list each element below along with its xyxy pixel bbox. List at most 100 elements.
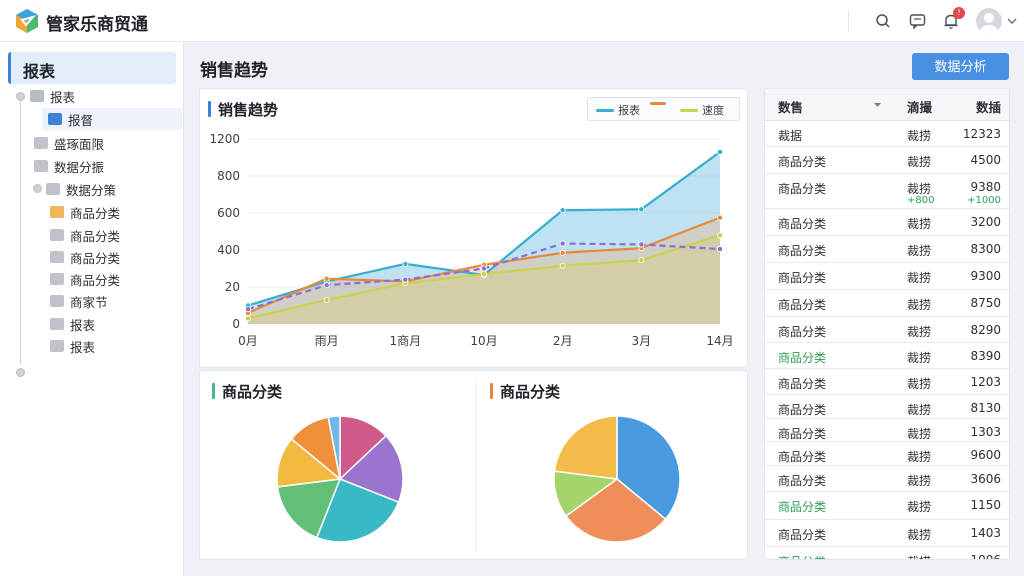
top-bar: 管家乐商贸通 ! — [0, 0, 1024, 42]
data-point[interactable] — [245, 315, 252, 322]
table-cell: 3606 — [970, 472, 1001, 486]
sidebar-item-report-sub[interactable]: 报督 — [42, 108, 182, 130]
sidebar-item-label: 报表 — [70, 339, 96, 355]
sidebar-item-data-analysis-2[interactable]: 数据分策 — [46, 178, 116, 200]
data-point[interactable] — [559, 249, 566, 256]
store-icon — [50, 295, 64, 307]
data-point[interactable] — [638, 241, 645, 248]
table-row[interactable]: 商品分类 裁捞 8750 — [765, 290, 1009, 317]
data-point[interactable] — [559, 262, 566, 269]
data-point[interactable] — [638, 257, 645, 264]
table-row[interactable]: 商品分类 裁捞 1203 — [765, 369, 1009, 395]
notification-badge: ! — [953, 7, 965, 19]
user-avatar[interactable] — [976, 8, 1002, 34]
table-row[interactable]: 商品分类 裁捞 8290 — [765, 317, 1009, 343]
sort-chevron-icon[interactable] — [873, 102, 882, 108]
table-row[interactable]: 商品分类 裁捞 1303 — [765, 419, 1009, 442]
report-icon — [48, 113, 62, 125]
sidebar: 报表 报表 报督 盛琢面限 数据分振 数据分策 商品分类 商品分类 商品分类 商… — [0, 42, 184, 576]
table-cell: 商品分类 — [778, 182, 827, 196]
data-point[interactable] — [480, 271, 487, 278]
table-row[interactable]: 商品分类 裁捞 8130 — [765, 395, 1009, 419]
sidebar-item-report[interactable]: 报表 — [30, 85, 75, 107]
data-point[interactable] — [323, 275, 330, 282]
data-point[interactable] — [402, 276, 409, 283]
table-cell: 8750 — [970, 296, 1001, 310]
data-point[interactable] — [480, 265, 487, 272]
pie-divider — [476, 379, 477, 553]
table-row[interactable]: 商品分类 裁捞 1403 — [765, 520, 1009, 547]
data-point[interactable] — [638, 206, 645, 213]
document-icon — [50, 318, 64, 330]
sidebar-item-report-3[interactable]: 报表 — [50, 335, 95, 357]
sidebar-item-overview[interactable]: 盛琢面限 — [34, 132, 104, 154]
category-icon — [50, 229, 64, 241]
table-cell: 9300 — [970, 269, 1001, 283]
table-row[interactable]: 裁据 裁捞 12323 — [765, 121, 1009, 147]
sidebar-item-label: 盛琢面限 — [54, 136, 105, 152]
table-row[interactable]: 商品分类 裁捞 4500 — [765, 147, 1009, 174]
sidebar-item-report-2[interactable]: 报表 — [50, 313, 95, 335]
tree-connector — [20, 92, 21, 364]
sidebar-item-data-analysis-1[interactable]: 数据分振 — [34, 155, 104, 177]
tree-toggle-icon[interactable] — [16, 92, 25, 101]
table-row[interactable]: 商品分类 裁捞 3200 — [765, 209, 1009, 236]
data-point[interactable] — [559, 207, 566, 214]
y-tick-label: 600 — [217, 206, 240, 220]
delta-value: +1000 — [967, 195, 1001, 206]
column-header-3[interactable]: 数插 — [976, 97, 1001, 116]
sidebar-item-label: 数据分振 — [54, 159, 105, 175]
table-row[interactable]: 商品分类 裁捞 8300 — [765, 236, 1009, 263]
table-row[interactable]: 商品分类 裁捞 9300 — [765, 263, 1009, 290]
sidebar-item-merchant[interactable]: 商家节 — [50, 290, 108, 312]
x-tick-label: 雨月 — [315, 334, 339, 348]
data-point[interactable] — [717, 246, 724, 253]
table-row[interactable]: 商品分类 裁捞 1006 — [765, 547, 1009, 559]
data-point[interactable] — [717, 214, 724, 221]
pie-slice-4[interactable] — [553, 415, 618, 480]
column-header-2[interactable]: 滴撮 — [907, 97, 932, 116]
table-cell: 裁捞 — [907, 553, 931, 559]
data-point[interactable] — [717, 232, 724, 239]
table-row[interactable]: 商品分类 裁捞 9380 +800 +1000 — [765, 174, 1009, 209]
table-cell: 商品分类 — [778, 403, 827, 417]
sidebar-item-label: 数据分策 — [66, 182, 117, 198]
sidebar-item-label: 报表 — [50, 89, 76, 105]
data-point[interactable] — [245, 306, 252, 313]
table-cell: 8300 — [970, 242, 1001, 256]
data-point[interactable] — [402, 260, 409, 267]
data-point[interactable] — [559, 240, 566, 247]
sidebar-item-category-1[interactable]: 商品分类 — [50, 201, 120, 223]
sidebar-header[interactable]: 报表 — [8, 52, 176, 84]
data-analysis-button[interactable]: 数据分析 — [912, 53, 1009, 80]
data-point[interactable] — [323, 296, 330, 303]
document-icon — [34, 160, 48, 172]
table-cell: 商品分类 — [778, 217, 827, 231]
table-cell: 裁捞 — [907, 155, 932, 169]
tree-collapse-icon[interactable] — [16, 368, 25, 377]
data-point[interactable] — [717, 148, 724, 155]
data-point[interactable] — [323, 282, 330, 289]
table-cell: 商品分类 — [778, 155, 827, 169]
table-cell: 1303 — [970, 425, 1001, 439]
chevron-down-icon[interactable] — [1004, 10, 1020, 32]
search-icon[interactable] — [872, 10, 894, 32]
table-row[interactable]: 商品分类 裁捞 9600 — [765, 442, 1009, 466]
table-cell: 裁捞 — [907, 129, 932, 143]
table-cell: 裁捞 — [907, 351, 932, 365]
sidebar-item-category-3[interactable]: 商品分类 — [50, 246, 120, 268]
sidebar-item-category-2[interactable]: 商品分类 — [50, 224, 120, 246]
table-cell: 12323 — [962, 127, 1001, 141]
column-header-1[interactable]: 数售 — [778, 97, 803, 116]
x-tick-label: 2月 — [553, 334, 573, 348]
sidebar-item-category-4[interactable]: 商品分类 — [50, 268, 120, 290]
table-row[interactable]: 商品分类 裁捞 1150 — [765, 492, 1009, 520]
x-tick-label: 10月 — [470, 334, 497, 348]
app-logo-icon[interactable] — [14, 8, 40, 34]
table-cell: 商品分类 — [778, 450, 827, 464]
table-row[interactable]: 商品分类 裁捞 3606 — [765, 466, 1009, 492]
table-row[interactable]: 商品分类 裁捞 8390 — [765, 343, 1009, 369]
category-icon — [50, 273, 64, 285]
message-icon[interactable] — [906, 10, 928, 32]
tree-toggle-icon[interactable] — [33, 184, 42, 193]
